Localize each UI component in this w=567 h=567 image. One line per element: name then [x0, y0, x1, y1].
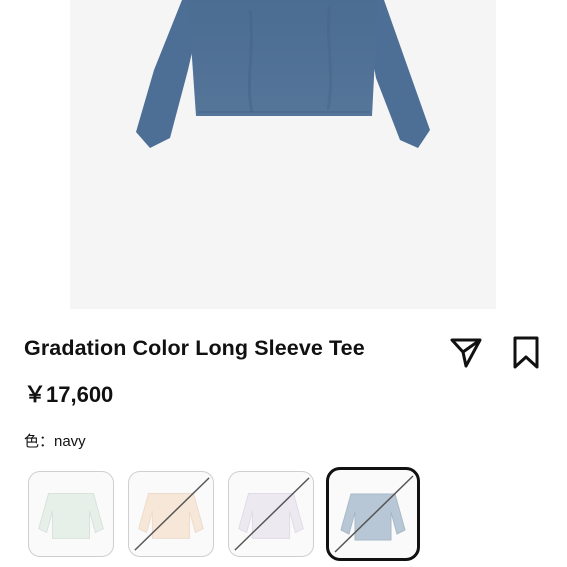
swatch-tee-image [134, 477, 210, 551]
share-button[interactable] [446, 332, 486, 372]
product-price: ￥17,600 [24, 382, 114, 407]
color-swatch-4-selected[interactable] [326, 467, 420, 561]
share-icon [450, 338, 482, 368]
color-label: 色：navy [24, 433, 86, 450]
swatch-tee-image [38, 493, 104, 539]
product-image[interactable] [70, 0, 496, 309]
bookmark-button[interactable] [506, 332, 546, 372]
product-title: Gradation Color Long Sleeve Tee [24, 336, 365, 360]
swatch-tee-image [234, 477, 310, 551]
bookmark-icon [513, 336, 539, 369]
color-swatch-1[interactable] [28, 471, 114, 557]
color-swatch-2[interactable] [128, 471, 214, 557]
tee-image [136, 0, 430, 148]
color-swatch-3[interactable] [228, 471, 314, 557]
swatch-tee-image [334, 475, 414, 553]
